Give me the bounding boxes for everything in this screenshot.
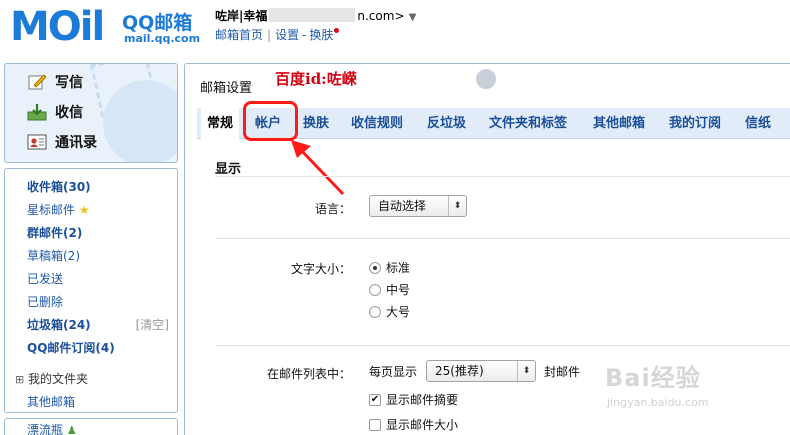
- inbox-download-icon: [27, 104, 47, 121]
- user-account[interactable]: 咗岸|幸福 n.com> ▼: [215, 7, 416, 24]
- logo-wordmark: MOil: [10, 4, 105, 50]
- per-page-value: 25(推荐): [435, 364, 484, 378]
- folder-my-folders[interactable]: ⊞ 我的文件夹: [15, 370, 88, 387]
- tab-other-mailboxes[interactable]: 其他邮箱: [593, 108, 645, 139]
- folder-starred[interactable]: 星标邮件 ★: [27, 201, 90, 218]
- tab-general[interactable]: 常规: [201, 108, 240, 140]
- mail-list-label: 在邮件列表中：: [266, 367, 351, 381]
- folder-group[interactable]: 群邮件(2): [27, 224, 82, 241]
- receive-button[interactable]: 收信: [27, 102, 83, 122]
- row-divider: [215, 238, 790, 239]
- clean-spam-link[interactable]: [清空]: [136, 316, 169, 333]
- user-name: 咗岸|幸福: [215, 9, 268, 23]
- contacts-label: 通讯录: [55, 135, 97, 151]
- folder-list: 收件箱(30) 星标邮件 ★ 群邮件(2) 草稿箱(2) 已发送 已删除 垃圾箱…: [4, 168, 178, 413]
- per-page-prefix: 每页显示: [369, 365, 418, 379]
- folder-starred-label: 星标邮件: [27, 203, 76, 217]
- folder-spam[interactable]: 垃圾箱(24): [27, 316, 91, 333]
- sidebar-extras: 漂流瓶 ♟: [4, 418, 178, 435]
- baidu-id-annotation: 百度id:咗嵘: [275, 70, 357, 88]
- contacts-button[interactable]: 通讯录: [27, 132, 97, 152]
- chevron-down-icon[interactable]: ▼: [409, 12, 417, 23]
- account-tab-highlight: [243, 101, 298, 141]
- drift-bottle-link[interactable]: 漂流瓶 ♟: [27, 421, 77, 435]
- folder-my-folders-label: 我的文件夹: [28, 372, 89, 386]
- show-size-checkbox[interactable]: 显示邮件大小: [369, 416, 458, 433]
- skin-link[interactable]: 换肤: [309, 28, 333, 42]
- language-value: 自动选择: [378, 199, 427, 213]
- receive-label: 收信: [55, 105, 83, 121]
- drift-bottle-label: 漂流瓶: [27, 423, 64, 435]
- star-icon: ★: [78, 203, 90, 217]
- tab-folders-labels[interactable]: 文件夹和标签: [489, 108, 567, 139]
- radio-selected-icon: [369, 261, 381, 274]
- tab-my-subscriptions[interactable]: 我的订阅: [669, 108, 721, 139]
- baidu-jingyan-watermark: Bai经验 jingyan.baidu.com: [605, 358, 775, 420]
- annotation-arrow-icon: [291, 140, 345, 196]
- watermark-url: jingyan.baidu.com: [607, 396, 709, 409]
- link-dash: -: [302, 28, 307, 42]
- language-label: 语言：: [314, 202, 351, 216]
- redacted-address: [269, 8, 356, 22]
- qq-mail-logo[interactable]: MOil QQ邮箱 mail.qq.com: [10, 4, 200, 50]
- font-size-medium[interactable]: 中号: [369, 281, 410, 298]
- penguin-decoration: [103, 80, 177, 162]
- bottle-icon: ♟: [66, 424, 77, 435]
- new-badge-dot: [334, 28, 340, 33]
- row-divider: [215, 345, 790, 346]
- folder-inbox[interactable]: 收件箱(30): [27, 178, 91, 195]
- show-summary-label: 显示邮件摘要: [386, 393, 459, 407]
- tab-anti-spam[interactable]: 反垃圾: [427, 108, 466, 139]
- font-size-large-label: 大号: [386, 305, 411, 319]
- folder-deleted[interactable]: 已删除: [27, 293, 63, 310]
- watermark-text: Bai经验: [605, 364, 701, 392]
- compose-button[interactable]: 写信: [27, 72, 83, 92]
- show-size-label: 显示邮件大小: [386, 418, 459, 432]
- settings-link[interactable]: 设置: [275, 28, 299, 42]
- sidebar-actions: 写信 收信 通讯录: [4, 63, 178, 163]
- page-title: 邮箱设置: [200, 81, 253, 96]
- radio-icon: [369, 305, 381, 318]
- font-size-label: 文字大小：: [290, 262, 351, 276]
- radio-icon: [369, 283, 381, 296]
- folder-subscriptions[interactable]: QQ邮件订阅(4): [27, 339, 115, 356]
- language-select[interactable]: 自动选择 ⬍: [369, 195, 467, 217]
- brand-name: QQ邮箱: [122, 12, 193, 34]
- compose-icon: [28, 74, 47, 90]
- compose-label: 写信: [55, 75, 83, 91]
- header: MOil QQ邮箱 mail.qq.com 咗岸|幸福 n.com> ▼ 邮箱首页…: [0, 0, 790, 58]
- checkbox-checked-icon: ✔: [369, 393, 381, 406]
- contacts-icon: [27, 134, 47, 150]
- folder-drafts[interactable]: 草稿箱(2): [27, 247, 80, 264]
- section-divider: [215, 176, 790, 177]
- section-title: 显示: [215, 162, 242, 177]
- brand-url: mail.qq.com: [124, 32, 201, 45]
- folder-other-mailboxes[interactable]: 其他邮箱: [27, 393, 75, 410]
- select-arrows-icon: ⬍: [448, 196, 466, 216]
- font-size-large[interactable]: 大号: [369, 303, 410, 320]
- tab-stationery[interactable]: 信纸: [745, 108, 771, 139]
- tab-skin[interactable]: 换肤: [303, 108, 329, 139]
- font-size-medium-label: 中号: [386, 283, 411, 297]
- expand-icon[interactable]: ⊞: [15, 373, 24, 386]
- font-size-standard[interactable]: 标准: [369, 259, 410, 276]
- select-arrows-icon: ⬍: [517, 361, 535, 381]
- per-page-suffix: 封邮件: [544, 365, 581, 379]
- tab-receive-rules[interactable]: 收信规则: [351, 108, 403, 139]
- font-size-standard-label: 标准: [386, 261, 411, 275]
- folder-sent[interactable]: 已发送: [27, 270, 63, 287]
- show-summary-checkbox[interactable]: ✔ 显示邮件摘要: [369, 391, 458, 408]
- header-links: 邮箱首页 | 设置 - 换肤: [215, 26, 340, 43]
- checkbox-icon: [369, 418, 381, 431]
- avatar-dot: [476, 69, 496, 89]
- user-domain: n.com>: [357, 9, 405, 23]
- link-separator: |: [267, 28, 272, 42]
- per-page-select[interactable]: 25(推荐) ⬍: [426, 360, 536, 382]
- mail-home-link[interactable]: 邮箱首页: [215, 28, 263, 42]
